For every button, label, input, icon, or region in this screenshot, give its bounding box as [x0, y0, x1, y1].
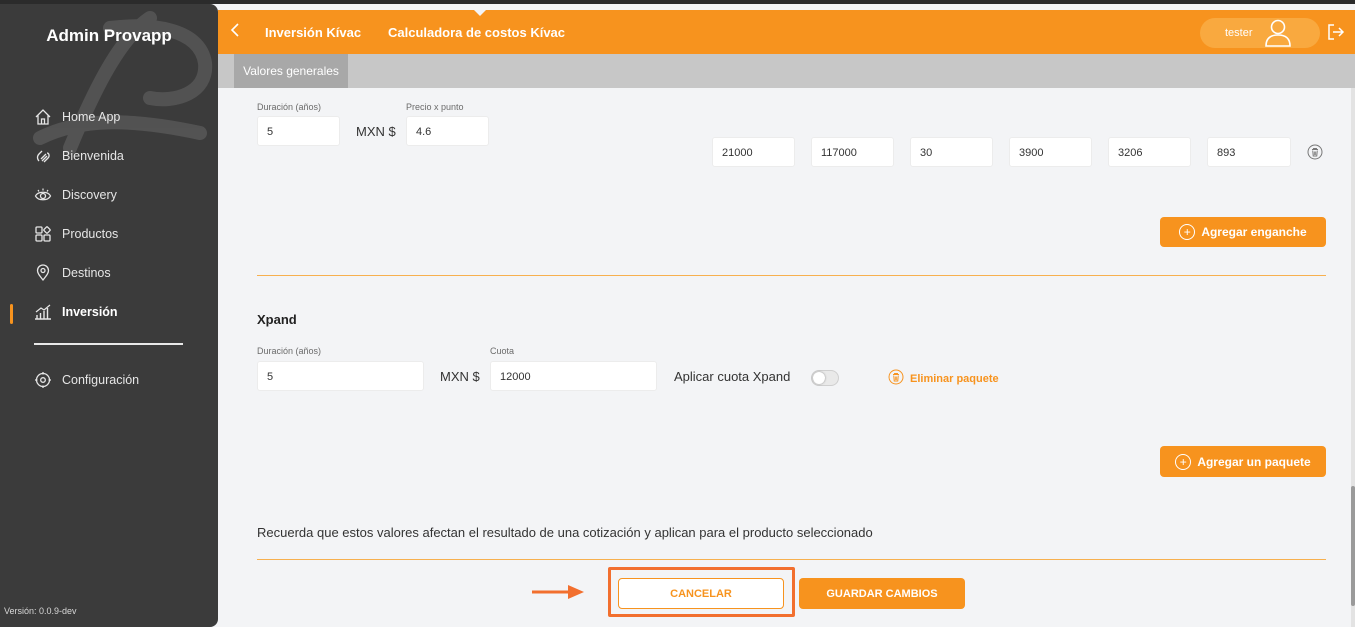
duration-input[interactable]: 5	[257, 361, 424, 391]
toggle-knob	[813, 372, 825, 384]
apply-fee-toggle[interactable]	[811, 370, 839, 386]
tab-valores-generales[interactable]: Valores generales	[234, 54, 348, 88]
location-pin-icon	[34, 264, 52, 282]
section-divider	[257, 275, 1326, 276]
sidebar-item-label: Discovery	[62, 188, 117, 202]
sidebar-item-label: Productos	[62, 227, 119, 241]
price-per-point-input[interactable]: 4.6	[406, 116, 489, 146]
sidebar-item-bienvenida[interactable]: Bienvenida	[34, 144, 124, 168]
plus-circle-icon: +	[1179, 224, 1196, 240]
trash-icon	[888, 369, 904, 388]
duration-input[interactable]: 5	[257, 116, 340, 146]
sidebar-item-home-app[interactable]: Home App	[34, 105, 120, 129]
add-package-button[interactable]: + Agregar un paquete	[1160, 446, 1326, 477]
footer-divider	[257, 559, 1326, 560]
duration-label: Duración (años)	[257, 102, 322, 112]
logout-icon[interactable]	[1326, 22, 1346, 42]
package-title: Xpand	[257, 312, 297, 327]
sidebar-item-discovery[interactable]: Discovery	[34, 183, 117, 207]
sidebar-item-label: Configuración	[62, 373, 140, 387]
save-changes-button[interactable]: GUARDAR CAMBIOS	[799, 578, 965, 609]
grid-icon	[34, 225, 52, 243]
fee-label: Cuota	[490, 346, 515, 356]
sidebar-item-label: Inversión	[62, 305, 118, 319]
sidebar-item-inversion[interactable]: Inversión	[34, 300, 118, 324]
app-brand: Admin Provapp	[46, 26, 172, 45]
value-input[interactable]: 117000	[811, 137, 894, 167]
gear-icon	[34, 371, 52, 389]
eye-icon	[34, 186, 52, 204]
main-content: Duración (años) 5 MXN $ Precio x punto 4…	[218, 88, 1355, 627]
cancel-button[interactable]: CANCELAR	[618, 578, 784, 609]
user-menu[interactable]: tester	[1200, 18, 1320, 48]
apply-fee-label: Aplicar cuota Xpand	[674, 369, 791, 384]
price-per-point-label: Precio x punto	[406, 102, 464, 112]
sidebar-divider	[34, 343, 183, 345]
scrollbar-thumb[interactable]	[1351, 486, 1355, 606]
value-input[interactable]: 30	[910, 137, 993, 167]
tab-bar: Valores generales	[218, 54, 1355, 88]
value-input[interactable]: 3206	[1108, 137, 1191, 167]
plus-circle-icon: +	[1175, 453, 1192, 470]
sidebar-item-destinos[interactable]: Destinos	[34, 261, 111, 285]
bar-chart-icon	[34, 303, 52, 321]
user-avatar-icon	[1263, 17, 1293, 47]
sidebar-item-label: Home App	[62, 110, 121, 124]
info-note: Recuerda que estos valores afectan el re…	[257, 525, 873, 540]
top-bar: Inversión Kívac Calculadora de costos Kí…	[218, 9, 1355, 54]
wave-hand-icon	[34, 147, 52, 165]
currency-label: MXN $	[440, 369, 480, 384]
breadcrumb-notch	[473, 9, 487, 16]
value-input[interactable]: 21000	[712, 137, 795, 167]
sidebar-item-label: Bienvenida	[62, 149, 124, 163]
delete-package-button[interactable]: Eliminar paquete	[888, 369, 999, 388]
home-icon	[34, 108, 52, 126]
sidebar-item-configuracion[interactable]: Configuración	[34, 368, 139, 392]
sidebar-item-productos[interactable]: Productos	[34, 222, 118, 246]
sidebar-item-label: Destinos	[62, 266, 111, 280]
arrow-right-icon	[532, 585, 584, 599]
sidebar: Admin Provapp Home App Bienvenida Discov…	[0, 4, 218, 627]
chevron-left-icon[interactable]	[230, 22, 240, 43]
breadcrumb-calculadora: Calculadora de costos Kívac	[388, 25, 566, 40]
add-enganche-button[interactable]: + Agregar enganche	[1160, 217, 1326, 247]
currency-label: MXN $	[356, 124, 396, 139]
version-label: Versión: 0.0.9-dev	[4, 606, 77, 616]
trash-icon[interactable]	[1307, 144, 1323, 160]
user-name: tester	[1225, 27, 1253, 39]
breadcrumb-inversion-kivac[interactable]: Inversión Kívac	[265, 25, 361, 40]
vertical-scrollbar[interactable]	[1351, 88, 1355, 627]
value-input[interactable]: 3900	[1009, 137, 1092, 167]
active-indicator	[10, 304, 13, 324]
fee-input[interactable]: 12000	[490, 361, 657, 391]
duration-label: Duración (años)	[257, 346, 322, 356]
value-input[interactable]: 893	[1207, 137, 1291, 167]
